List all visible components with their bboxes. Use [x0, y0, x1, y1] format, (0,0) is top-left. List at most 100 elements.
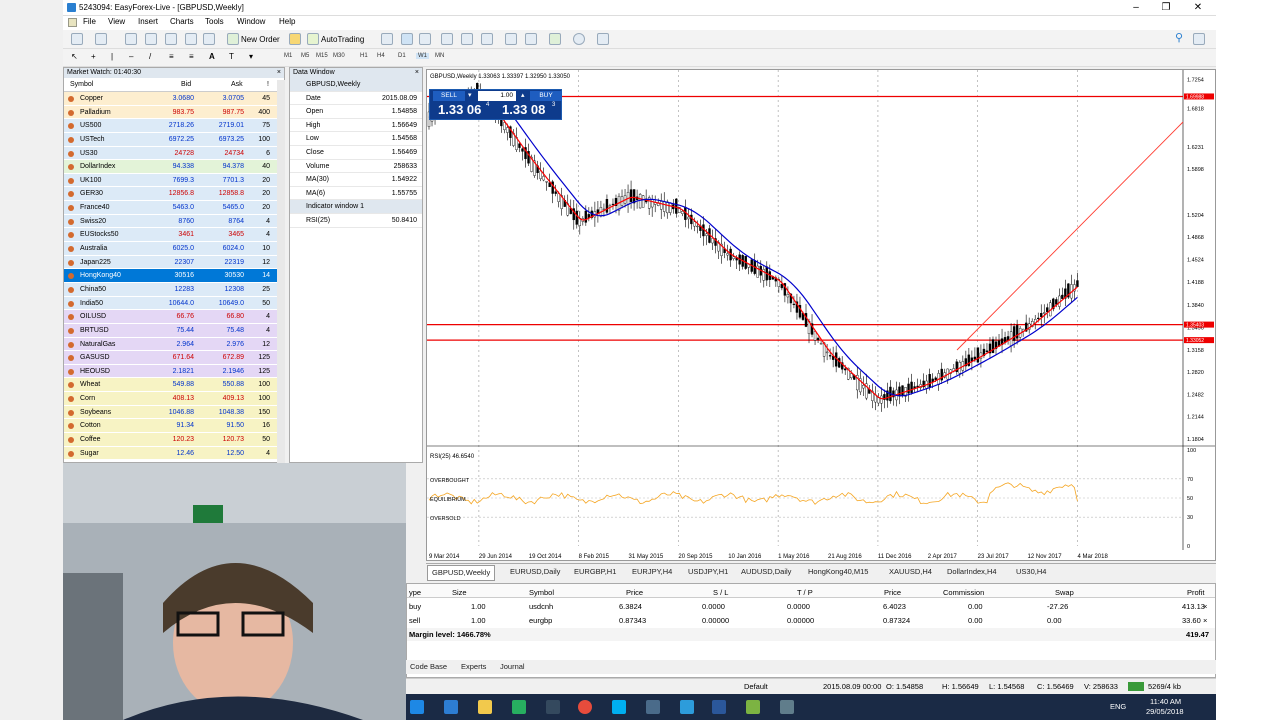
- col-symbol[interactable]: Symbol: [70, 81, 93, 88]
- market-watch-row[interactable]: HongKong40 30516 30530 14: [64, 269, 284, 283]
- bar-chart-icon[interactable]: [381, 33, 393, 45]
- zoom-in-icon[interactable]: [441, 33, 453, 45]
- minimize-icon[interactable]: –: [1126, 1, 1146, 14]
- autotrading-icon[interactable]: [307, 33, 319, 45]
- line-chart-icon[interactable]: [419, 33, 431, 45]
- buy-price[interactable]: 1.33 08: [502, 102, 545, 117]
- market-watch-row[interactable]: GASUSD 671.64 672.89 125: [64, 351, 284, 365]
- market-watch-row[interactable]: Coffee 120.23 120.73 50: [64, 433, 284, 447]
- crosshair-icon[interactable]: +: [91, 52, 103, 64]
- data-window-icon[interactable]: [145, 33, 157, 45]
- terminal-icon[interactable]: [185, 33, 197, 45]
- chart-shift-icon[interactable]: [525, 33, 537, 45]
- tf-d1[interactable]: D1: [398, 53, 406, 59]
- buy-button[interactable]: BUY: [530, 91, 562, 101]
- zoom-out-icon[interactable]: [461, 33, 473, 45]
- tf-m5[interactable]: M5: [301, 53, 309, 59]
- market-watch-row[interactable]: DollarIndex 94.338 94.378 40: [64, 160, 284, 174]
- settings-icon[interactable]: [780, 700, 794, 714]
- market-watch-row[interactable]: Australia 6025.0 6024.0 10: [64, 242, 284, 256]
- menu-charts[interactable]: Charts: [170, 17, 194, 26]
- tab-eurusd-daily[interactable]: EURUSD,Daily: [510, 567, 560, 576]
- profiles-icon[interactable]: [95, 33, 107, 45]
- market-watch-row[interactable]: Sugar 12.46 12.50 4: [64, 446, 284, 461]
- chat-icon[interactable]: [1193, 33, 1205, 45]
- market-watch-row[interactable]: Cotton 91.34 91.50 16: [64, 419, 284, 434]
- vertical-line-icon[interactable]: |: [111, 52, 123, 64]
- tf-w1[interactable]: W1: [416, 53, 429, 59]
- col-size[interactable]: Size: [452, 588, 467, 597]
- menu-tools[interactable]: Tools: [205, 17, 224, 26]
- sell-dropdown-icon[interactable]: ▾: [468, 91, 472, 99]
- explorer-icon[interactable]: [478, 700, 492, 714]
- strategy-tester-icon[interactable]: [203, 33, 215, 45]
- clock-date[interactable]: 29/05/2018: [1146, 707, 1184, 716]
- calculator-icon[interactable]: [646, 700, 660, 714]
- tab-usdjpy-h1[interactable]: USDJPY,H1: [688, 567, 728, 576]
- tile-windows-icon[interactable]: [481, 33, 493, 45]
- periods-icon[interactable]: [573, 33, 585, 45]
- chrome-icon[interactable]: [578, 700, 592, 714]
- fibonacci-icon[interactable]: ≡: [189, 52, 201, 64]
- close-icon[interactable]: ×: [277, 68, 281, 78]
- navigator-icon[interactable]: [165, 33, 177, 45]
- tf-h4[interactable]: H4: [377, 53, 385, 59]
- language-indicator[interactable]: ENG: [1110, 702, 1126, 711]
- network-icon[interactable]: [680, 700, 694, 714]
- close-trade-icon[interactable]: ×: [1203, 602, 1207, 611]
- store-icon[interactable]: [512, 700, 526, 714]
- col-ask[interactable]: Ask: [231, 81, 243, 88]
- skype-icon[interactable]: [612, 700, 626, 714]
- market-watch-row[interactable]: Soybeans 1046.88 1048.38 150: [64, 405, 284, 420]
- price-chart-svg[interactable]: 9 Mar 2014 29 Jun 2014 19 Oct 2014 8 Feb 20…: [427, 70, 1215, 560]
- tab-eurgbp-h1[interactable]: EURGBP,H1: [574, 567, 616, 576]
- col-bid[interactable]: Bid: [181, 81, 191, 88]
- menu-file[interactable]: File: [83, 17, 96, 26]
- market-watch-row[interactable]: Palladium 983.75 987.75 400: [64, 105, 284, 120]
- market-watch-row[interactable]: Corn 408.13 409.13 100: [64, 392, 284, 406]
- chart-window[interactable]: 9 Mar 2014 29 Jun 2014 19 Oct 2014 8 Feb 20…: [426, 69, 1216, 561]
- horizontal-line-icon[interactable]: –: [129, 52, 141, 64]
- app-icon[interactable]: [546, 700, 560, 714]
- new-order-button[interactable]: New Order: [241, 35, 280, 44]
- close-icon[interactable]: ×: [415, 68, 419, 78]
- market-watch-row[interactable]: US500 2718.26 2719.01 75: [64, 119, 284, 133]
- trendline[interactable]: [956, 121, 1184, 351]
- edge-icon[interactable]: [444, 700, 458, 714]
- metaeditor-icon[interactable]: [289, 33, 301, 45]
- sell-price[interactable]: 1.33 06: [438, 102, 481, 117]
- market-watch-row[interactable]: GER30 12856.8 12858.8 20: [64, 187, 284, 202]
- market-watch-row[interactable]: US30 24728 24734 6: [64, 146, 284, 161]
- menu-insert[interactable]: Insert: [138, 17, 158, 26]
- col-spread[interactable]: !: [267, 81, 269, 88]
- metatrader-icon[interactable]: [746, 700, 760, 714]
- tab-hongkong40-m15[interactable]: HongKong40,M15: [808, 567, 868, 576]
- indicators-icon[interactable]: [549, 33, 561, 45]
- clock-time[interactable]: 11:40 AM: [1150, 697, 1181, 706]
- market-watch-row[interactable]: China50 12283 12308 25: [64, 282, 284, 297]
- col-tp[interactable]: T / P: [797, 588, 813, 597]
- col-current-price[interactable]: Price: [884, 588, 901, 597]
- market-watch-row[interactable]: Wheat 549.88 550.88 100: [64, 378, 284, 393]
- word-icon[interactable]: [712, 700, 726, 714]
- tab-eurjpy-h4[interactable]: EURJPY,H4: [632, 567, 672, 576]
- menu-window[interactable]: Window: [237, 17, 265, 26]
- tf-h1[interactable]: H1: [360, 53, 368, 59]
- market-watch-row[interactable]: NaturalGas 2.964 2.976 12: [64, 337, 284, 352]
- new-chart-icon[interactable]: [71, 33, 83, 45]
- tab-audusd-daily[interactable]: AUDUSD,Daily: [741, 567, 791, 576]
- new-order-icon[interactable]: [227, 33, 239, 45]
- tab-xauusd-h4[interactable]: XAUUSD,H4: [889, 567, 932, 576]
- col-sl[interactable]: S / L: [713, 588, 728, 597]
- cursor-icon[interactable]: ↖: [71, 52, 83, 64]
- market-watch-row[interactable]: Swiss20 8760 8764 4: [64, 214, 284, 229]
- tf-m30[interactable]: M30: [333, 53, 345, 59]
- tab-dollarindex-h4[interactable]: DollarIndex,H4: [947, 567, 997, 576]
- tf-m15[interactable]: M15: [316, 53, 328, 59]
- maximize-icon[interactable]: ❐: [1156, 1, 1176, 14]
- search-icon[interactable]: ⚲: [1175, 33, 1187, 45]
- menu-help[interactable]: Help: [279, 17, 295, 26]
- col-symbol[interactable]: Symbol: [529, 588, 554, 597]
- sell-button[interactable]: SELL: [433, 91, 465, 101]
- candlestick-icon[interactable]: [401, 33, 413, 45]
